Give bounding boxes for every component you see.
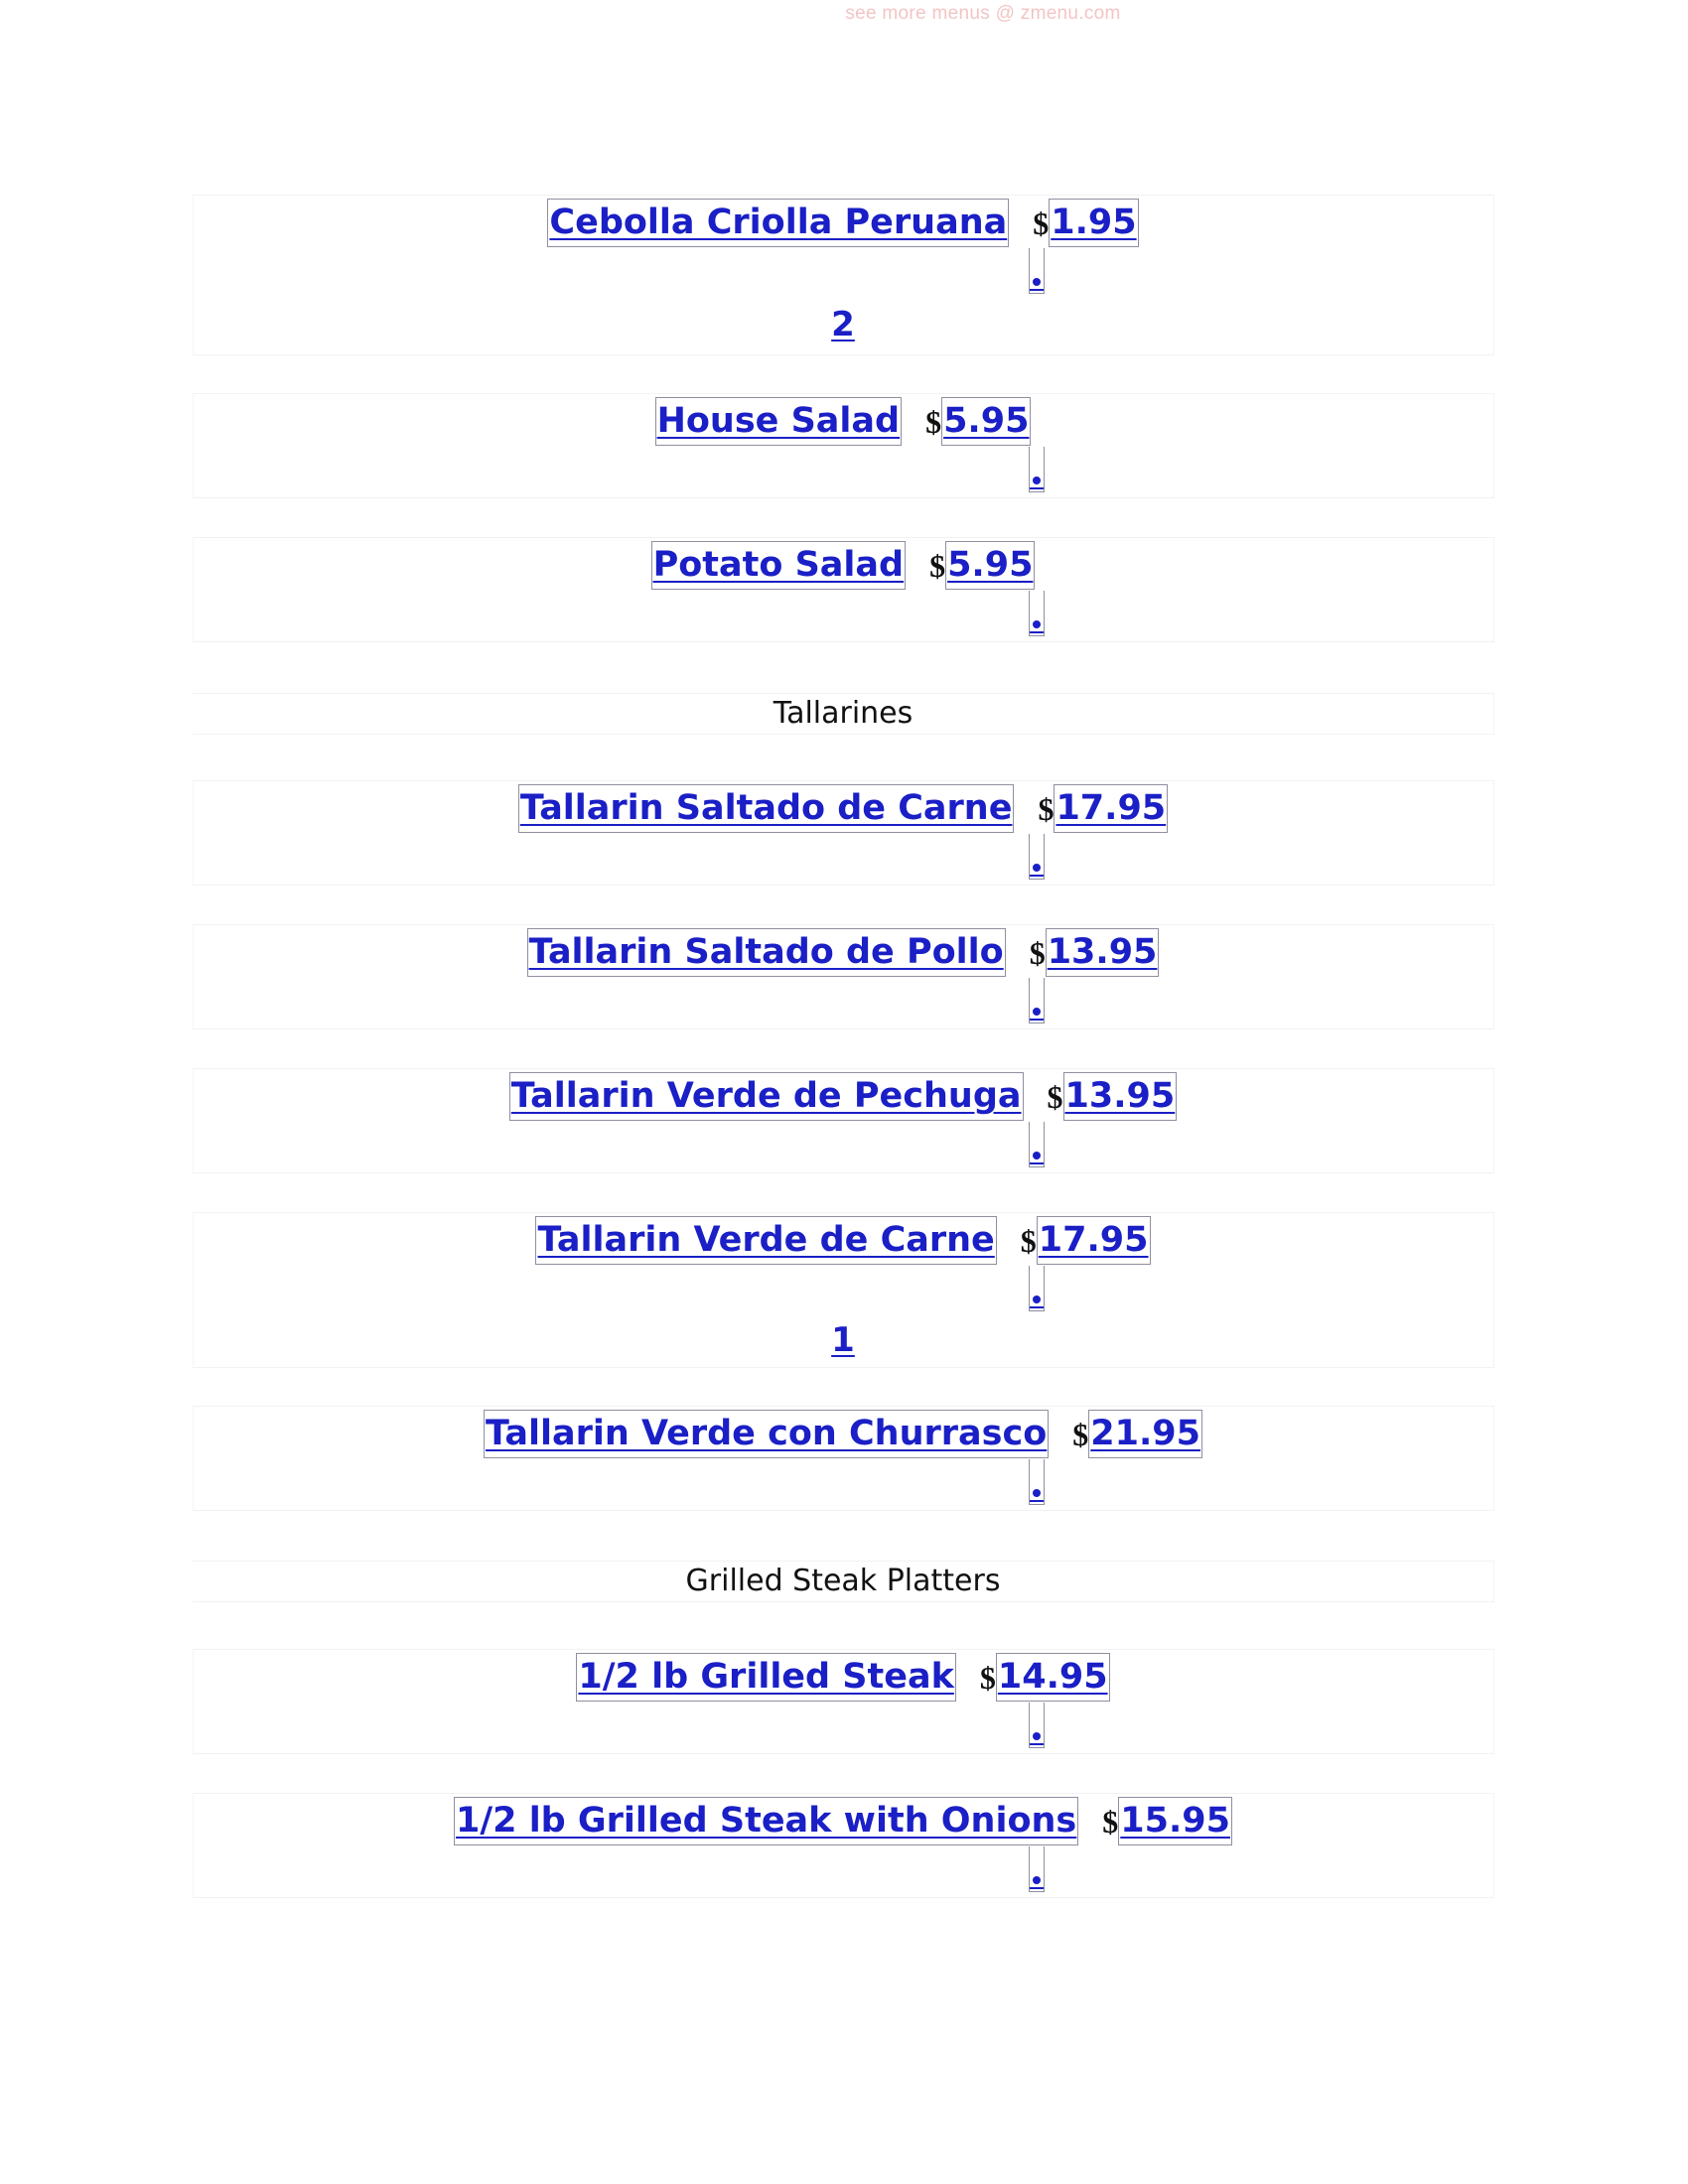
menu-item-row: 1/2 lb Grilled Steak $14.95 bbox=[193, 1649, 1494, 1754]
bullet-link[interactable] bbox=[1029, 248, 1045, 294]
currency-symbol: $ bbox=[929, 547, 946, 584]
bullet-link[interactable] bbox=[1029, 1846, 1045, 1892]
menu-item-name-link[interactable]: 1/2 lb Grilled Steak with Onions bbox=[454, 1797, 1079, 1845]
menu-item-row: Tallarin Saltado de Carne $17.95 bbox=[193, 780, 1494, 886]
bullet-link[interactable] bbox=[1029, 447, 1045, 492]
currency-symbol: $ bbox=[1102, 1803, 1119, 1840]
menu-item-name-link[interactable]: House Salad bbox=[654, 397, 903, 446]
item-count-link[interactable]: 2 bbox=[193, 305, 1493, 344]
menu-item-row: 1/2 lb Grilled Steak with Onions $15.95 bbox=[193, 1793, 1494, 1898]
currency-symbol: $ bbox=[1033, 205, 1050, 241]
currency-symbol: $ bbox=[1020, 1222, 1037, 1259]
menu-item-row: House Salad $5.95 bbox=[193, 393, 1494, 498]
currency-symbol: $ bbox=[1072, 1416, 1089, 1452]
menu-item-price-link[interactable]: 5.95 bbox=[941, 397, 1032, 446]
menu-item-row: Tallarin Saltado de Pollo $13.95 bbox=[193, 924, 1494, 1029]
bullet-link[interactable] bbox=[1029, 591, 1045, 636]
menu-item-name-link[interactable]: Cebolla Criolla Peruana bbox=[547, 199, 1010, 247]
menu-item-name-link[interactable]: Tallarin Verde de Pechuga bbox=[508, 1072, 1024, 1121]
menu-item-row: Tallarin Verde de Carne $17.95 1 bbox=[193, 1212, 1494, 1368]
currency-symbol: $ bbox=[1038, 790, 1055, 827]
menu-item-price-link[interactable]: 13.95 bbox=[1045, 928, 1160, 977]
menu-item-row: Tallarin Verde con Churrasco $21.95 bbox=[193, 1406, 1494, 1511]
menu-item-row: Potato Salad $5.95 bbox=[193, 537, 1494, 642]
currency-symbol: $ bbox=[979, 1659, 996, 1696]
menu-item-price-link[interactable]: 13.95 bbox=[1062, 1072, 1178, 1121]
menu-item-name-link[interactable]: Tallarin Verde de Carne bbox=[535, 1216, 997, 1265]
menu-item-price-link[interactable]: 21.95 bbox=[1088, 1410, 1202, 1458]
menu-item-price-link[interactable]: 15.95 bbox=[1118, 1797, 1232, 1845]
section-heading-grilled-steak-platters: Grilled Steak Platters bbox=[193, 1561, 1494, 1602]
bullet-link[interactable] bbox=[1029, 978, 1045, 1024]
menu-item-row: Tallarin Verde de Pechuga $13.95 bbox=[193, 1068, 1494, 1173]
bullet-link[interactable] bbox=[1029, 1122, 1045, 1167]
menu-item-name-link[interactable]: Potato Salad bbox=[650, 541, 907, 590]
menu-item-price-link[interactable]: 17.95 bbox=[1054, 784, 1169, 833]
menu-item-name-link[interactable]: Tallarin Verde con Churrasco bbox=[484, 1410, 1050, 1458]
bullet-link[interactable] bbox=[1029, 834, 1045, 880]
menu-item-price-link[interactable]: 5.95 bbox=[945, 541, 1036, 590]
menu-item-name-link[interactable]: 1/2 lb Grilled Steak bbox=[576, 1653, 956, 1702]
menu-item-price-link[interactable]: 1.95 bbox=[1049, 199, 1139, 247]
menu-item-price-link[interactable]: 14.95 bbox=[995, 1653, 1110, 1702]
menu-item-price-link[interactable]: 17.95 bbox=[1036, 1216, 1151, 1265]
bullet-link[interactable] bbox=[1029, 1266, 1045, 1311]
menu-list: Cebolla Criolla Peruana $1.95 2 House Sal… bbox=[0, 0, 1688, 2184]
bullet-link[interactable] bbox=[1029, 1459, 1045, 1505]
bullet-link[interactable] bbox=[1029, 1703, 1045, 1748]
currency-symbol: $ bbox=[1029, 934, 1046, 971]
currency-symbol: $ bbox=[925, 403, 942, 440]
menu-item-row: Cebolla Criolla Peruana $1.95 2 bbox=[193, 195, 1494, 355]
currency-symbol: $ bbox=[1047, 1078, 1063, 1115]
menu-item-name-link[interactable]: Tallarin Saltado de Pollo bbox=[526, 928, 1006, 977]
section-heading-tallarines: Tallarines bbox=[193, 693, 1494, 735]
item-count-link[interactable]: 1 bbox=[193, 1320, 1493, 1360]
menu-item-name-link[interactable]: Tallarin Saltado de Carne bbox=[517, 784, 1015, 833]
